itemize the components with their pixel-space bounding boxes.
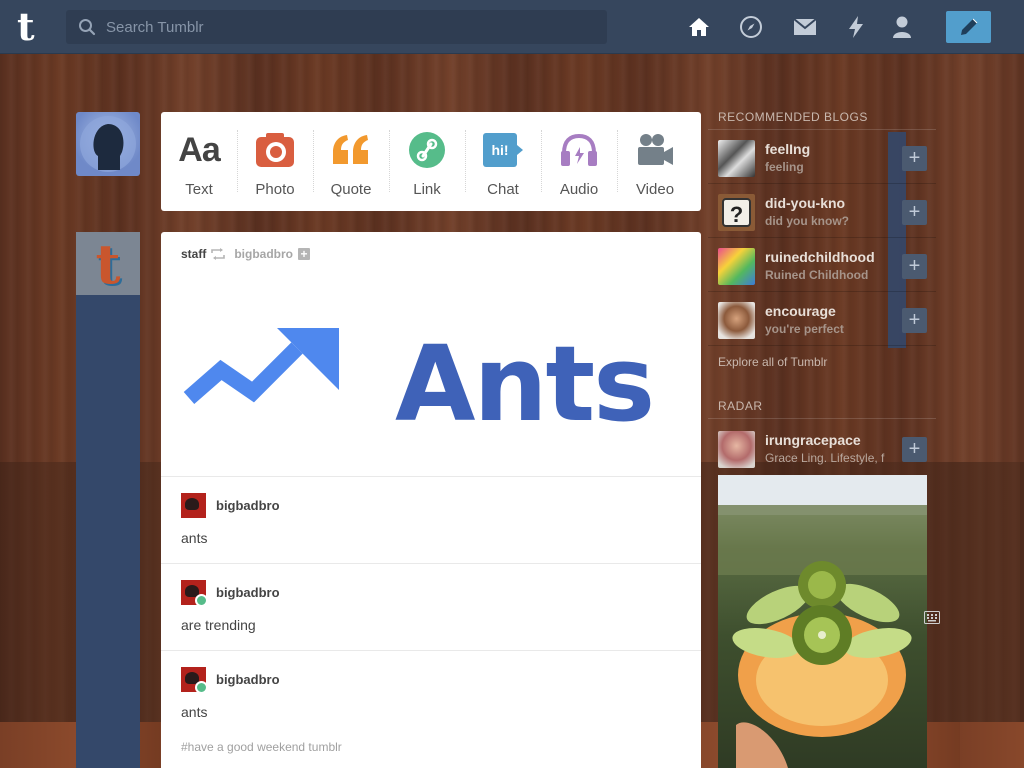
- reblog-entry: bigbadbro ants: [161, 476, 701, 564]
- reblog-icon: [211, 248, 226, 260]
- post-type-audio[interactable]: Audio: [541, 112, 617, 211]
- post-image-trending[interactable]: Ants: [181, 320, 681, 430]
- blog-avatar[interactable]: [718, 431, 755, 468]
- post-type-video[interactable]: Video: [617, 112, 693, 211]
- fruit-sculpture: [732, 561, 912, 768]
- recommended-blog[interactable]: feelIng feeling +: [708, 130, 936, 184]
- entry-text: are trending: [181, 617, 256, 633]
- mail-icon[interactable]: [793, 15, 817, 39]
- blog-avatar[interactable]: ?: [718, 194, 755, 231]
- text-icon: Aa: [178, 130, 220, 169]
- blog-avatar[interactable]: [718, 140, 755, 177]
- post-type-bar: Aa Text Photo Quote Link hi! Chat Audio: [161, 112, 701, 211]
- entry-text: ants: [181, 530, 208, 546]
- post-type-quote[interactable]: Quote: [313, 112, 389, 211]
- trending-arrow-icon: [183, 328, 339, 405]
- quote-icon: [331, 130, 371, 170]
- search-icon: [79, 19, 96, 36]
- search-box[interactable]: [66, 10, 607, 44]
- post-type-link[interactable]: Link: [389, 112, 465, 211]
- compose-button[interactable]: [946, 11, 991, 43]
- post-image-text: Ants: [395, 323, 653, 430]
- blog-name[interactable]: feelIng: [765, 141, 810, 157]
- recommended-blogs-title: RECOMMENDED BLOGS: [718, 110, 868, 124]
- blog-subtitle: you're perfect: [765, 322, 844, 336]
- post-type-label: Link: [413, 181, 441, 198]
- chat-icon: hi!: [483, 130, 523, 170]
- blog-subtitle: did you know?: [765, 214, 849, 228]
- blog-name[interactable]: ruinedchildhood: [765, 249, 875, 265]
- home-icon[interactable]: [687, 15, 711, 39]
- dashboard-post: staff bigbadbro + Ants bigbadbro ants bi…: [161, 232, 701, 768]
- radar-title: RADAR: [718, 399, 763, 413]
- entry-author[interactable]: bigbadbro: [216, 585, 280, 600]
- camera-icon: [255, 130, 295, 170]
- post-type-text[interactable]: Aa Text: [161, 112, 237, 211]
- post-type-label: Text: [185, 181, 213, 198]
- follow-plus-icon[interactable]: +: [298, 248, 311, 260]
- svg-text:hi!: hi!: [491, 142, 508, 158]
- left-rail: [76, 232, 140, 768]
- post-type-photo[interactable]: Photo: [237, 112, 313, 211]
- radar-blog[interactable]: irungracepace Grace Ling. Lifestyle, f +: [708, 421, 936, 475]
- headphones-icon: [559, 130, 599, 170]
- blog-subtitle: feeling: [765, 160, 804, 174]
- post-header: staff bigbadbro +: [181, 247, 311, 261]
- staff-avatar-logo: t: [95, 231, 121, 296]
- reblogged-from-link[interactable]: bigbadbro: [234, 247, 293, 261]
- account-icon[interactable]: [890, 15, 914, 39]
- follow-plus-button[interactable]: +: [902, 146, 927, 171]
- blog-name[interactable]: encourage: [765, 303, 836, 319]
- entry-author[interactable]: bigbadbro: [216, 672, 280, 687]
- follow-plus-button[interactable]: +: [902, 308, 927, 333]
- pencil-icon: [960, 18, 977, 35]
- blog-subtitle: Ruined Childhood: [765, 268, 869, 282]
- reblog-badge-icon: [195, 681, 208, 694]
- blog-name[interactable]: irungracepace: [765, 432, 861, 448]
- link-icon: [407, 130, 447, 170]
- blog-subtitle: Grace Ling. Lifestyle, f: [765, 451, 885, 465]
- entry-text: ants: [181, 704, 208, 720]
- post-type-label: Photo: [255, 181, 295, 198]
- post-type-label: Video: [635, 181, 675, 198]
- post-author-link[interactable]: staff: [181, 247, 206, 261]
- keyboard-icon[interactable]: [924, 611, 940, 624]
- radar-post-image[interactable]: [718, 475, 927, 768]
- post-tags[interactable]: #have a good weekend tumblr: [181, 740, 342, 754]
- video-camera-icon: [635, 130, 675, 170]
- divider: [708, 418, 936, 419]
- svg-text:?: ?: [730, 202, 743, 227]
- entry-author[interactable]: bigbadbro: [216, 498, 280, 513]
- reblog-badge-icon: [195, 594, 208, 607]
- tumblr-logo[interactable]: t: [17, 7, 51, 47]
- post-type-label: Quote: [330, 181, 372, 198]
- blog-avatar[interactable]: [718, 302, 755, 339]
- recommended-blog[interactable]: ? did-you-kno did you know? +: [708, 184, 936, 238]
- recommended-blog[interactable]: ruinedchildhood Ruined Childhood +: [708, 238, 936, 292]
- blog-avatar[interactable]: [718, 248, 755, 285]
- lightning-icon[interactable]: [844, 15, 868, 39]
- top-nav: t: [0, 0, 1024, 54]
- user-avatar[interactable]: [76, 112, 140, 176]
- post-type-chat[interactable]: hi! Chat: [465, 112, 541, 211]
- follow-plus-button[interactable]: +: [902, 200, 927, 225]
- explore-link[interactable]: Explore all of Tumblr: [718, 355, 827, 369]
- reblog-entry: bigbadbro are trending: [161, 563, 701, 651]
- staff-avatar[interactable]: t: [76, 231, 140, 296]
- compass-icon[interactable]: [739, 15, 763, 39]
- post-type-label: Chat: [487, 181, 519, 198]
- follow-plus-button[interactable]: +: [902, 437, 927, 462]
- blog-name[interactable]: did-you-kno: [765, 195, 845, 211]
- entry-avatar[interactable]: [181, 493, 206, 518]
- post-type-label: Audio: [559, 181, 599, 198]
- search-input[interactable]: [106, 10, 596, 44]
- recommended-blog[interactable]: encourage you're perfect +: [708, 292, 936, 346]
- follow-plus-button[interactable]: +: [902, 254, 927, 279]
